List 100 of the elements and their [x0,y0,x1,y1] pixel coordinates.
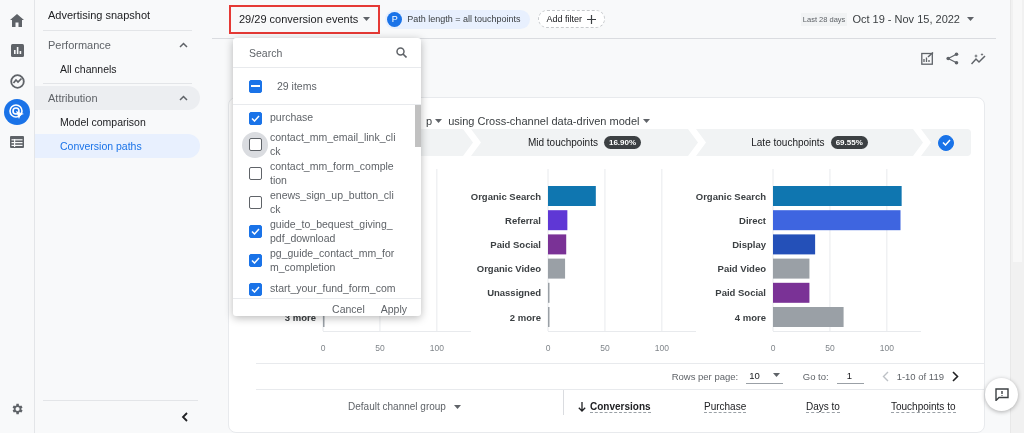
model-selector[interactable]: using Cross-channel data-driven model [448,115,650,127]
axis-tick-label: 0 [545,343,551,353]
search-icon[interactable] [396,47,407,58]
nav-rail-item[interactable] [4,98,30,125]
section-header[interactable]: Attribution [35,86,200,110]
event-checkbox[interactable] [248,167,262,180]
event-name: start_your_fund_form_com [270,282,396,296]
plus-icon [587,14,597,24]
go-to-label: Go to: [802,371,829,382]
item-count: 29 items [277,80,317,92]
next-page-icon[interactable] [952,371,959,382]
tick-icon [250,285,260,293]
category-label: Unassigned [487,287,541,299]
sidebar-title[interactable]: Advertising snapshot [35,0,212,28]
tick-icon [250,114,260,122]
edit-chart-icon[interactable] [921,52,934,65]
category-label: 2 more [509,311,541,323]
bar-chart-icon [10,44,24,57]
section-header[interactable]: Performance [35,33,200,57]
cancel-button[interactable]: Cancel [326,299,371,319]
column-header[interactable]: Days to [806,400,840,413]
tick-icon [250,257,260,264]
rows-per-page-label: Rows per page: [671,371,739,382]
caret-icon [967,17,974,21]
category-label: 4 more [734,311,766,323]
sidebar-item[interactable]: Conversion paths [35,134,200,158]
axis-tick-label: 0 [770,343,776,353]
column-header[interactable]: Purchase [704,400,747,413]
sidebar-item[interactable]: All channels [35,57,200,81]
bar[interactable] [548,210,568,231]
date-range-picker[interactable]: Oct 19 - Nov 15, 2022 [852,13,974,25]
axis-tick-label: 100 [654,343,669,353]
go-to-field[interactable]: 1 [836,369,864,384]
chevron-icon [179,95,188,101]
insights-icon[interactable] [971,52,986,65]
column-header[interactable]: Touchpoints to [891,400,956,413]
tick-icon [250,228,260,235]
feedback-icon [994,388,1009,401]
axis-tick-label: 0 [320,343,326,353]
select-all-step[interactable] [921,129,971,156]
filter-chip[interactable]: P Path length = all touchpoints [385,9,530,29]
sidebar-item[interactable]: Model comparison [35,110,200,134]
caret-icon [642,119,650,123]
caret-icon [435,119,443,123]
caret-icon[interactable] [453,404,461,409]
chart-circle-icon [9,73,25,89]
category-label: Organic Search [696,190,766,202]
event-checkbox[interactable] [248,254,262,267]
chip-badge: P [387,11,403,27]
select-all-checkbox[interactable] [249,79,262,93]
category-label: Organic Search [471,190,541,202]
category-label: Paid Social [715,287,766,299]
list-icon [10,136,24,148]
event-name: pg_guide_contact_mm_form_completion [270,247,396,274]
event-name: purchase [270,111,315,125]
settings-icon[interactable] [10,402,24,416]
add-filter-button[interactable]: Add filter [537,10,606,28]
conversion-events-dropdown[interactable]: 29/29 conversion events [229,4,381,34]
event-checkbox[interactable] [248,225,262,238]
event-checkbox[interactable] [248,196,262,209]
axis-tick-label: 100 [879,343,894,353]
tick-icon [941,139,951,146]
caret-icon [363,17,371,21]
category-label: Paid Social [490,238,541,250]
feedback-button[interactable] [985,378,1018,411]
home-icon [10,13,24,27]
report-title[interactable]: p [426,115,443,127]
apply-button[interactable]: Apply [374,299,413,319]
axis-tick-label: 50 [825,343,835,353]
category-label: Paid Video [717,263,766,275]
column-header[interactable]: Conversions [590,400,651,413]
bar[interactable] [773,282,810,303]
category-label: Direct [739,214,766,226]
share-icon[interactable] [946,52,959,65]
touchpoint-step[interactable]: Mid touchpoints 16.90% [471,129,698,156]
bar[interactable] [548,234,567,255]
axis-tick-label: 100 [429,343,444,353]
chevron-icon [179,42,188,48]
category-label: Organic Video [476,263,541,275]
target-cursor-icon [9,103,25,120]
percentage-badge: 16.90% [603,136,642,149]
axis-tick-label: 50 [600,343,610,353]
dash-icon [251,85,260,87]
column-header[interactable]: Default channel group [348,401,446,412]
bar[interactable] [773,234,816,255]
page-range: 1-10 of 119 [896,371,944,382]
event-checkbox[interactable] [248,282,262,296]
chip-label: Path length = all touchpoints [407,14,521,24]
sort-arrow-icon[interactable] [578,401,586,412]
event-checkbox[interactable] [248,138,262,151]
category-label: Display [732,238,766,250]
axis-tick-label: 50 [375,343,385,353]
touchpoint-step[interactable]: Late touchpoints 69.55% [696,129,923,156]
event-checkbox[interactable] [248,111,262,125]
collapse-icon[interactable] [181,412,188,422]
percentage-badge: 69.55% [830,136,868,149]
category-label: Referral [505,214,541,226]
bar[interactable] [773,210,901,231]
rows-per-page-select[interactable]: 10 [746,369,783,384]
caret-icon [772,373,780,377]
